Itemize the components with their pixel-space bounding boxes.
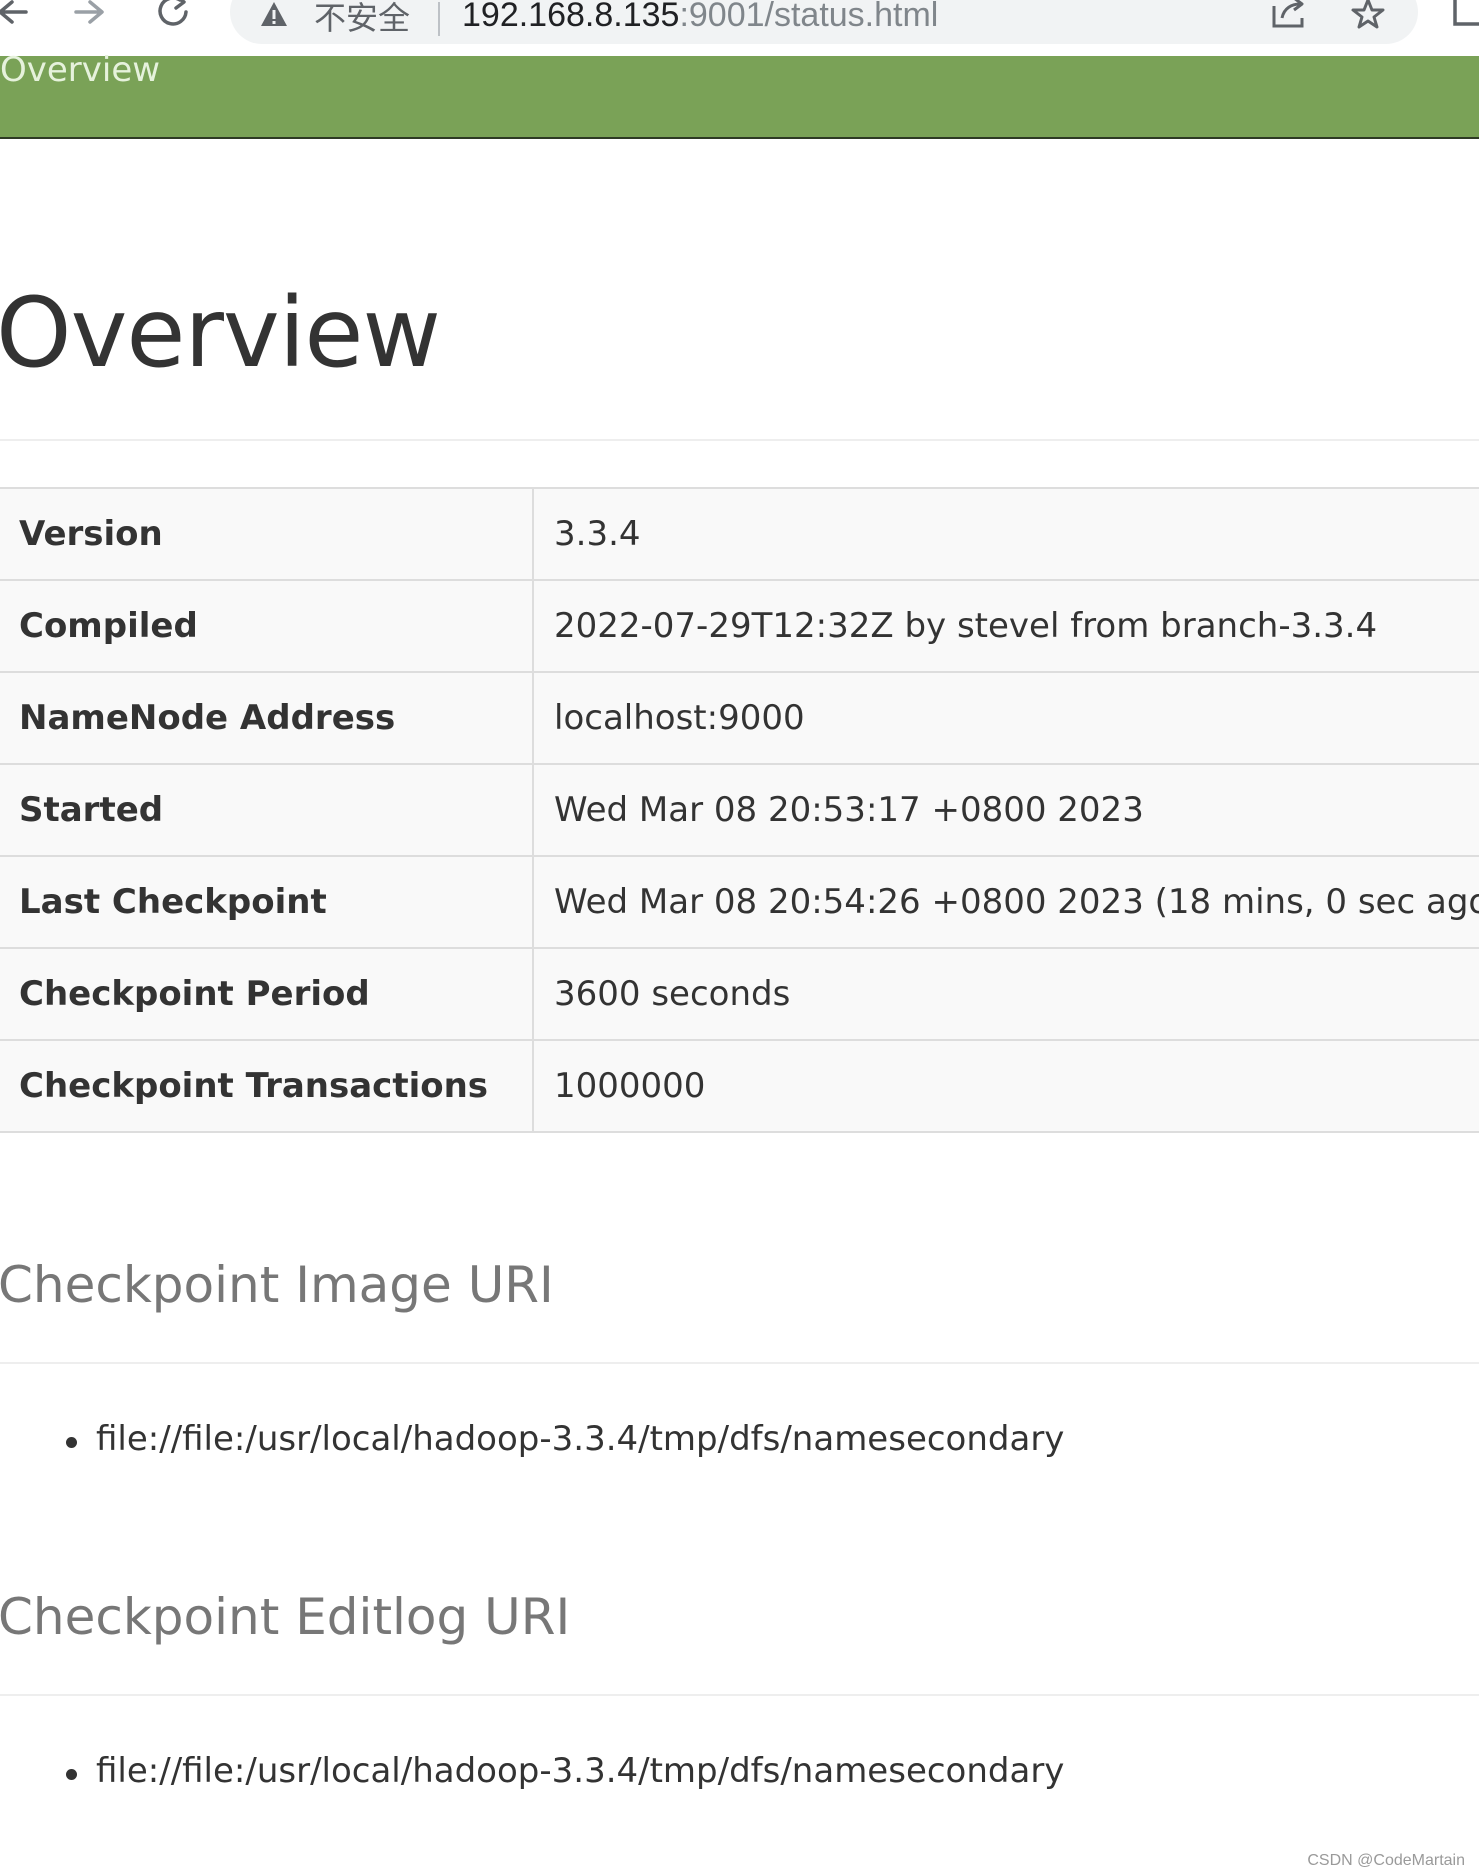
image-uri-divider: [0, 1362, 1479, 1364]
image-uri-heading: Checkpoint Image URI: [0, 1256, 554, 1314]
title-divider: [0, 439, 1479, 441]
row-value: 1000000: [533, 1039, 1479, 1133]
bookmark-star-icon[interactable]: [1350, 0, 1386, 30]
row-key: Started: [0, 763, 534, 856]
table-row: Last Checkpoint Wed Mar 08 20:54:26 +080…: [0, 855, 1479, 948]
list-item: file://file:/usr/local/hadoop-3.3.4/tmp/…: [0, 1419, 1064, 1460]
back-arrow-icon[interactable]: [0, 0, 32, 34]
editlog-uri-list: file://file:/usr/local/hadoop-3.3.4/tmp/…: [0, 1751, 1064, 1792]
share-icon[interactable]: [1270, 0, 1310, 28]
row-key: Version: [0, 487, 534, 580]
watermark: CSDN @CodeMartain: [1307, 1852, 1465, 1869]
image-uri-list: file://file:/usr/local/hadoop-3.3.4/tmp/…: [0, 1419, 1064, 1460]
table-row: Checkpoint Transactions 1000000: [0, 1039, 1479, 1133]
browser-toolbar: 不安全 192.168.8.135:9001/status.html: [0, 0, 1479, 56]
row-value: 3.3.4: [533, 487, 1479, 580]
row-value: Wed Mar 08 20:54:26 +0800 2023 (18 mins,…: [533, 855, 1479, 948]
page-title: Overview: [0, 277, 441, 389]
address-bar[interactable]: 不安全 192.168.8.135:9001/status.html: [230, 0, 1418, 44]
row-value: localhost:9000: [533, 671, 1479, 764]
row-key: Last Checkpoint: [0, 855, 534, 948]
row-value: Wed Mar 08 20:53:17 +0800 2023: [533, 763, 1479, 856]
url-path: :9001/status.html: [679, 0, 939, 34]
row-key: NameNode Address: [0, 671, 534, 764]
table-row: Started Wed Mar 08 20:53:17 +0800 2023: [0, 763, 1479, 856]
table-row: Checkpoint Period 3600 seconds: [0, 947, 1479, 1040]
table-row: NameNode Address localhost:9000: [0, 671, 1479, 764]
table-row: Version 3.3.4: [0, 487, 1479, 580]
reload-icon[interactable]: [154, 0, 194, 34]
security-status-label[interactable]: 不安全: [314, 2, 410, 34]
url-host: 192.168.8.135: [462, 0, 680, 34]
table-row: Compiled 2022-07-29T12:32Z by stevel fro…: [0, 579, 1479, 672]
url-text[interactable]: 192.168.8.135:9001/status.html: [462, 0, 938, 32]
row-key: Checkpoint Transactions: [0, 1039, 534, 1133]
forward-arrow-icon[interactable]: [70, 0, 110, 34]
row-value: 2022-07-29T12:32Z by stevel from branch-…: [533, 579, 1479, 672]
row-key: Compiled: [0, 579, 534, 672]
editlog-uri-divider: [0, 1694, 1479, 1696]
overview-table: Version 3.3.4 Compiled 2022-07-29T12:32Z…: [0, 487, 1479, 1133]
editlog-uri-heading: Checkpoint Editlog URI: [0, 1588, 571, 1646]
warning-triangle-icon[interactable]: [260, 0, 288, 28]
row-key: Checkpoint Period: [0, 947, 534, 1040]
list-item: file://file:/usr/local/hadoop-3.3.4/tmp/…: [0, 1751, 1064, 1792]
row-value: 3600 seconds: [533, 947, 1479, 1040]
omnibox-divider: [438, 2, 440, 36]
side-panel-icon[interactable]: [1452, 0, 1479, 30]
top-navbar: Overview: [0, 50, 1479, 139]
navbar-overview-link[interactable]: Overview: [0, 48, 160, 92]
